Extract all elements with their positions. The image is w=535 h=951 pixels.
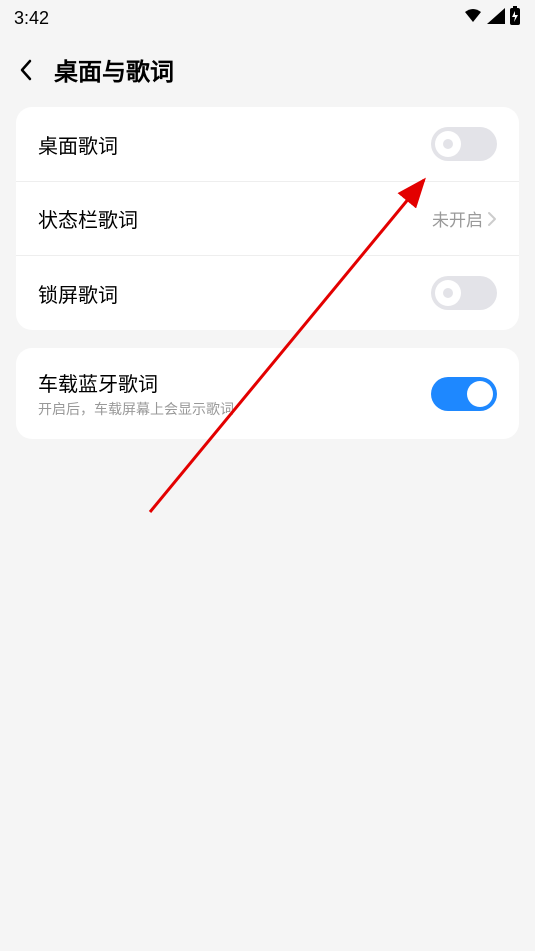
row-lockscreen-lyrics[interactable]: 锁屏歌词 (16, 255, 519, 330)
row-sublabel: 开启后，车载屏幕上会显示歌词 (38, 399, 234, 419)
battery-icon (509, 6, 521, 31)
row-statusbar-lyrics[interactable]: 状态栏歌词 未开启 (16, 181, 519, 255)
wifi-icon (463, 8, 483, 29)
row-label: 车载蓝牙歌词 (38, 368, 234, 397)
toggle-lockscreen-lyrics[interactable] (431, 276, 497, 310)
row-value: 未开启 (432, 206, 483, 231)
header: 桌面与歌词 (0, 36, 535, 107)
row-label: 锁屏歌词 (38, 279, 118, 308)
row-label: 状态栏歌词 (38, 204, 138, 233)
status-icons (463, 6, 521, 31)
signal-icon (487, 8, 505, 29)
settings-group-1: 桌面歌词 状态栏歌词 未开启 锁屏歌词 (16, 107, 519, 330)
page-title: 桌面与歌词 (54, 52, 174, 87)
status-bar: 3:42 (0, 0, 535, 36)
row-car-bluetooth-lyrics[interactable]: 车载蓝牙歌词 开启后，车载屏幕上会显示歌词 (16, 348, 519, 439)
toggle-desktop-lyrics[interactable] (431, 127, 497, 161)
toggle-car-bluetooth-lyrics[interactable] (431, 377, 497, 411)
settings-group-2: 车载蓝牙歌词 开启后，车载屏幕上会显示歌词 (16, 348, 519, 439)
row-label: 桌面歌词 (38, 130, 118, 159)
row-desktop-lyrics[interactable]: 桌面歌词 (16, 107, 519, 181)
back-icon[interactable] (14, 58, 38, 82)
status-time: 3:42 (14, 8, 49, 29)
chevron-right-icon (487, 211, 497, 227)
